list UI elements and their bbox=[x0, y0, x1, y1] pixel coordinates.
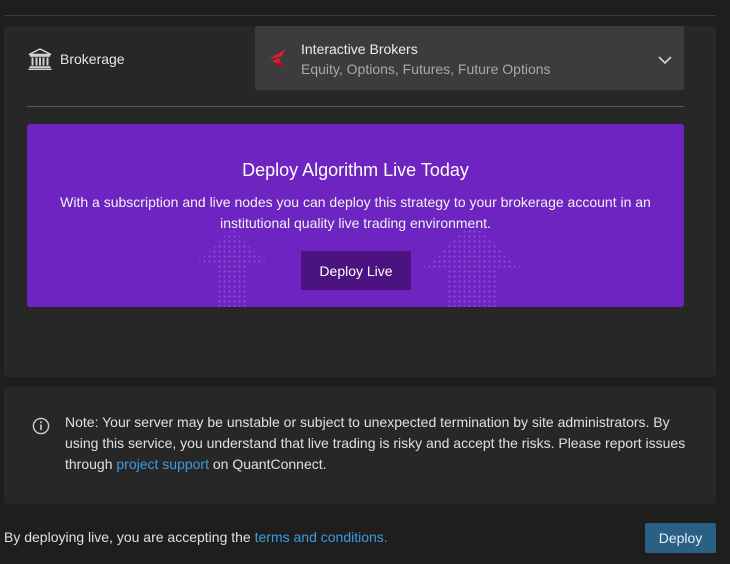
brokerage-label-group: Brokerage bbox=[28, 47, 125, 71]
broker-description: Equity, Options, Futures, Future Options bbox=[301, 61, 551, 77]
panel-divider bbox=[27, 106, 684, 107]
brokerage-select[interactable]: Interactive Brokers Equity, Options, Fut… bbox=[255, 26, 684, 90]
footer-text-before: By deploying live, you are accepting the bbox=[4, 529, 255, 545]
promo-text: With a subscription and live nodes you c… bbox=[60, 194, 651, 231]
top-divider bbox=[4, 15, 716, 16]
note-text: Note: Your server may be unstable or sub… bbox=[65, 412, 695, 475]
deploy-live-button[interactable]: Deploy Live bbox=[301, 251, 411, 290]
deploy-button[interactable]: Deploy bbox=[645, 523, 716, 553]
brokerage-label: Brokerage bbox=[60, 51, 125, 67]
project-support-link[interactable]: project support bbox=[116, 456, 209, 472]
interactive-brokers-logo bbox=[266, 46, 290, 75]
note-text-after: on QuantConnect. bbox=[208, 456, 327, 472]
footer-text: By deploying live, you are accepting the… bbox=[4, 529, 388, 545]
bank-icon bbox=[28, 47, 52, 71]
info-icon bbox=[32, 417, 50, 440]
note-panel: Note: Your server may be unstable or sub… bbox=[4, 387, 716, 504]
deploy-live-promo: Deploy Algorithm Live Today With a subsc… bbox=[27, 124, 684, 307]
promo-title: Deploy Algorithm Live Today bbox=[242, 160, 469, 180]
terms-link[interactable]: terms and conditions. bbox=[255, 529, 388, 545]
broker-name: Interactive Brokers bbox=[301, 41, 418, 57]
chevron-down-icon[interactable] bbox=[658, 52, 672, 70]
